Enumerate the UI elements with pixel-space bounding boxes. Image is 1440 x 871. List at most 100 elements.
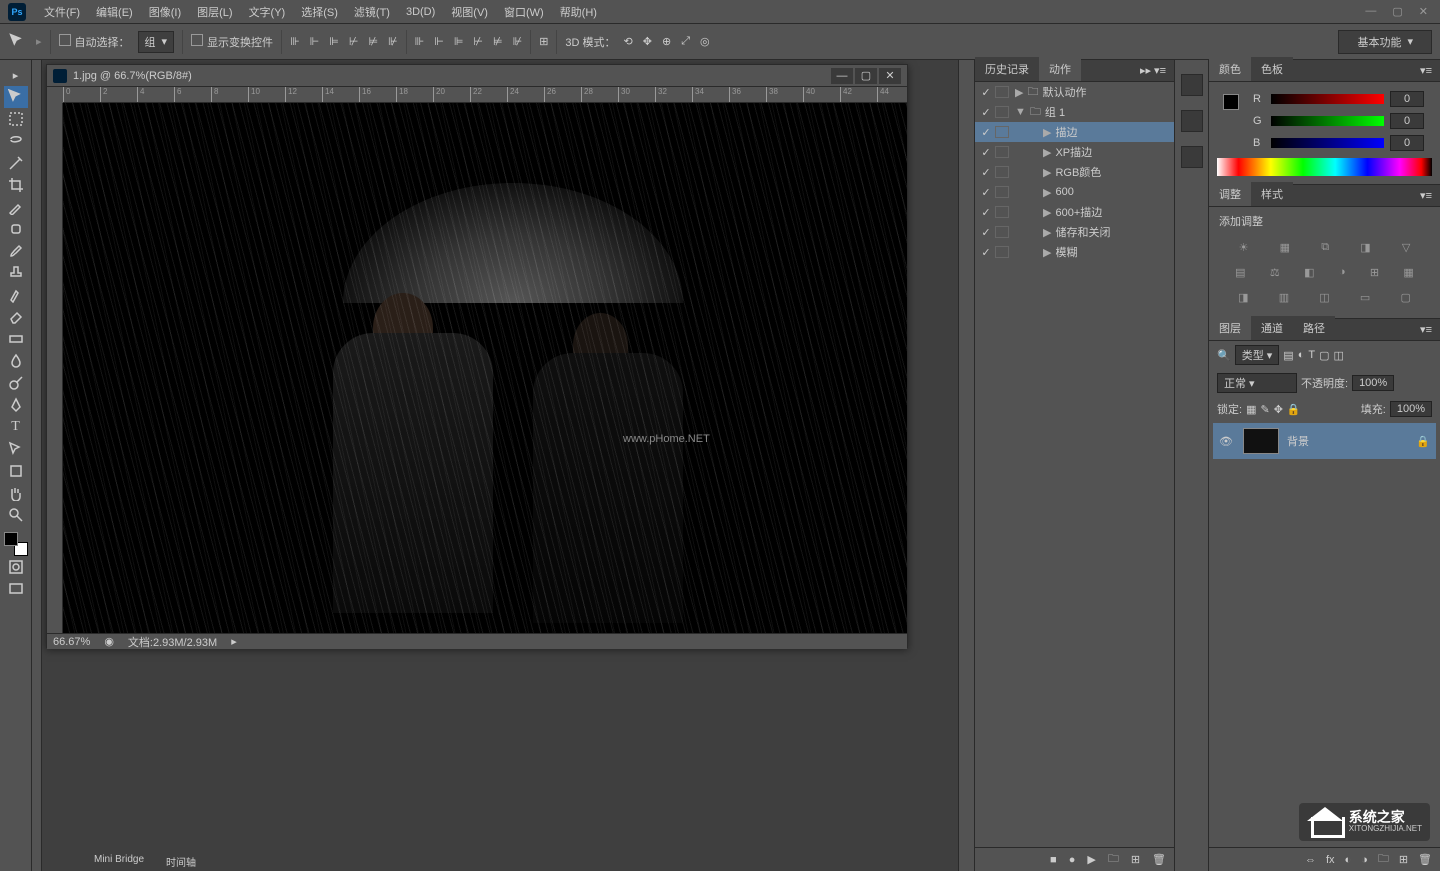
vibrance-icon[interactable]: ▽ [1402, 241, 1410, 254]
crop-tool[interactable] [4, 174, 28, 196]
delete-layer-icon[interactable]: 🗑 [1418, 853, 1432, 866]
doc-minimize-icon[interactable]: — [831, 68, 853, 84]
menu-file[interactable]: 文件(F) [36, 0, 88, 24]
blur-tool[interactable] [4, 350, 28, 372]
show-transform-checkbox[interactable]: 显示变换控件 [191, 34, 273, 50]
balance-icon[interactable]: ⚖ [1270, 266, 1280, 279]
group-icon[interactable]: 🗀 [1378, 850, 1389, 869]
b-slider[interactable] [1271, 138, 1384, 148]
fx-icon[interactable]: fx [1326, 854, 1335, 866]
mask-icon[interactable]: ◐ [1345, 854, 1352, 866]
brightness-icon[interactable]: ☀ [1239, 241, 1249, 254]
document-titlebar[interactable]: 1.jpg @ 66.7%(RGB/8#) — ▢ ✕ [47, 65, 907, 87]
filter-pixel-icon[interactable]: ▤ [1283, 349, 1293, 362]
tab-color[interactable]: 颜色 [1209, 57, 1251, 81]
collapse-strip[interactable] [32, 60, 42, 871]
expand-tools-icon[interactable]: ▸ [4, 64, 28, 86]
new-layer-icon[interactable]: ⊞ [1399, 853, 1408, 866]
action-row[interactable]: ✓▶600+描边 [975, 202, 1174, 222]
menu-filter[interactable]: 滤镜(T) [346, 0, 398, 24]
menu-type[interactable]: 文字(Y) [241, 0, 294, 24]
eyedropper-tool[interactable] [4, 196, 28, 218]
collapsed-panel-icon[interactable] [1181, 110, 1203, 132]
nav-icon[interactable]: ◉ [104, 635, 114, 648]
arrange-icons[interactable]: ⊞ [539, 35, 548, 48]
menu-image[interactable]: 图像(I) [141, 0, 189, 24]
menu-help[interactable]: 帮助(H) [552, 0, 605, 24]
filter-type-icon[interactable]: T [1308, 349, 1315, 361]
brush-tool[interactable] [4, 240, 28, 262]
layers-menu-icon[interactable]: ▾≡ [1412, 319, 1440, 340]
doc-maximize-icon[interactable]: ▢ [855, 68, 877, 84]
doc-info[interactable]: 文档:2.93M/2.93M [128, 634, 217, 650]
tab-history[interactable]: 历史记录 [975, 57, 1039, 81]
r-value[interactable]: 0 [1390, 91, 1424, 107]
window-minimize-icon[interactable]: — [1365, 5, 1376, 18]
lookup-icon[interactable]: ▦ [1403, 266, 1413, 279]
filter-smart-icon[interactable]: ◫ [1333, 349, 1343, 362]
window-maximize-icon[interactable]: ▢ [1392, 5, 1402, 18]
fg-bg-swatches[interactable] [1217, 88, 1245, 154]
invert-icon[interactable]: ◨ [1238, 291, 1248, 304]
statusbar-arrow-icon[interactable]: ▸ [231, 635, 237, 648]
menu-select[interactable]: 选择(S) [293, 0, 346, 24]
color-menu-icon[interactable]: ▾≡ [1412, 60, 1440, 81]
new-action-icon[interactable]: ⊞ [1131, 853, 1140, 866]
magic-wand-tool[interactable] [4, 152, 28, 174]
collapsed-panel-icon[interactable] [1181, 146, 1203, 168]
mixer-icon[interactable]: ⊞ [1370, 266, 1379, 279]
history-brush-tool[interactable] [4, 284, 28, 306]
distribute-icons[interactable]: ⊪⊩⊫⊬⊭⊮ [415, 35, 523, 48]
action-row[interactable]: ✓▼🗀组 1 [975, 102, 1174, 122]
opacity-input[interactable]: 100% [1352, 375, 1394, 391]
action-row[interactable]: ✓▶描边 [975, 122, 1174, 142]
record-icon[interactable]: ● [1069, 854, 1076, 866]
doc-close-icon[interactable]: ✕ [879, 68, 901, 84]
action-row[interactable]: ✓▶600 [975, 182, 1174, 202]
pen-tool[interactable] [4, 394, 28, 416]
action-row[interactable]: ✓▶储存和关闭 [975, 222, 1174, 242]
filter-shape-icon[interactable]: ▢ [1319, 349, 1329, 362]
link-icon[interactable]: ⇔ [1305, 854, 1316, 866]
color-swatches[interactable] [4, 532, 28, 556]
tab-channels[interactable]: 通道 [1251, 316, 1293, 340]
action-row[interactable]: ✓▶🗀默认动作 [975, 82, 1174, 102]
g-value[interactable]: 0 [1390, 113, 1424, 129]
window-close-icon[interactable]: ✕ [1419, 5, 1428, 18]
b-value[interactable]: 0 [1390, 135, 1424, 151]
g-slider[interactable] [1271, 116, 1384, 126]
ruler-vertical[interactable] [47, 103, 63, 633]
tab-actions[interactable]: 动作 [1039, 57, 1081, 81]
eraser-tool[interactable] [4, 306, 28, 328]
menu-view[interactable]: 视图(V) [443, 0, 496, 24]
photo-filter-icon[interactable]: ◑ [1339, 266, 1346, 279]
selective-icon[interactable]: ▢ [1400, 291, 1410, 304]
panel-menu-icon[interactable]: ▸▸ ▾≡ [1132, 60, 1174, 81]
menu-layer[interactable]: 图层(L) [189, 0, 240, 24]
healing-tool[interactable] [4, 218, 28, 240]
panels-dock-strip[interactable] [958, 60, 974, 871]
lock-all-icon[interactable]: 🔒 [1287, 403, 1301, 416]
r-slider[interactable] [1271, 94, 1384, 104]
filter-adjust-icon[interactable]: ◐ [1298, 349, 1305, 361]
layer-row-background[interactable]: 👁 背景 🔒 [1213, 423, 1436, 459]
quick-mask-icon[interactable] [4, 556, 28, 578]
zoom-level[interactable]: 66.67% [53, 636, 90, 648]
tab-paths[interactable]: 路径 [1293, 316, 1335, 340]
new-set-icon[interactable]: 🗀 [1108, 850, 1119, 869]
filter-type-dropdown[interactable]: 类型 ▾ [1235, 345, 1280, 365]
stamp-tool[interactable] [4, 262, 28, 284]
color-spectrum[interactable] [1217, 158, 1432, 176]
fill-input[interactable]: 100% [1390, 401, 1432, 417]
tab-timeline[interactable]: 时间轴 [156, 851, 206, 871]
blend-mode-dropdown[interactable]: 正常 ▾ [1217, 373, 1297, 393]
move-tool[interactable] [4, 86, 28, 108]
action-row[interactable]: ✓▶XP描边 [975, 142, 1174, 162]
tab-adjustments[interactable]: 调整 [1209, 182, 1251, 206]
lasso-tool[interactable] [4, 130, 28, 152]
path-select-tool[interactable] [4, 438, 28, 460]
zoom-tool[interactable] [4, 504, 28, 526]
lock-pos-icon[interactable]: ✥ [1274, 403, 1283, 416]
type-tool[interactable]: T [4, 416, 28, 438]
3d-mode-icons[interactable]: ⟲✥⊕⤢◎ [624, 35, 710, 48]
